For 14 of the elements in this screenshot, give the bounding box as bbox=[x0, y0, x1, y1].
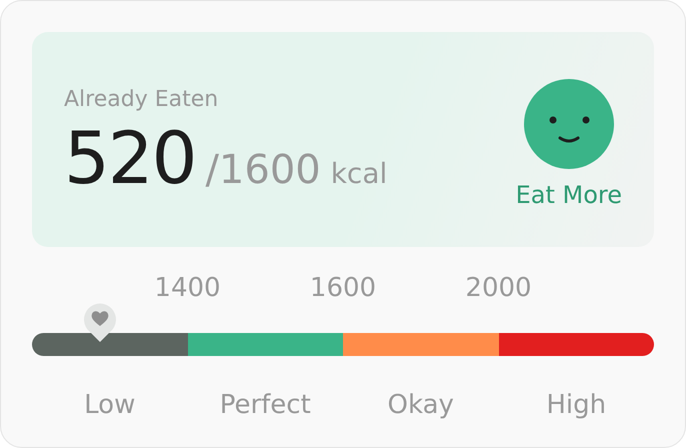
segment-label: Okay bbox=[386, 390, 455, 420]
goal-value: /1600 bbox=[205, 147, 321, 193]
status-label: Eat More bbox=[516, 180, 622, 208]
eaten-label: Already Eaten bbox=[64, 87, 220, 112]
tick-label: 2000 bbox=[465, 273, 532, 303]
segment-label: High bbox=[545, 390, 608, 420]
heart-marker-icon[interactable] bbox=[82, 301, 118, 343]
segment-label: Perfect bbox=[218, 390, 312, 420]
tick-label: 1600 bbox=[310, 273, 376, 303]
unit-label: kcal bbox=[330, 157, 388, 190]
smiley-icon bbox=[524, 78, 614, 168]
segment-label: Low bbox=[83, 390, 136, 420]
tick-label: 1400 bbox=[154, 273, 221, 303]
eaten-value: 520 bbox=[64, 116, 196, 200]
